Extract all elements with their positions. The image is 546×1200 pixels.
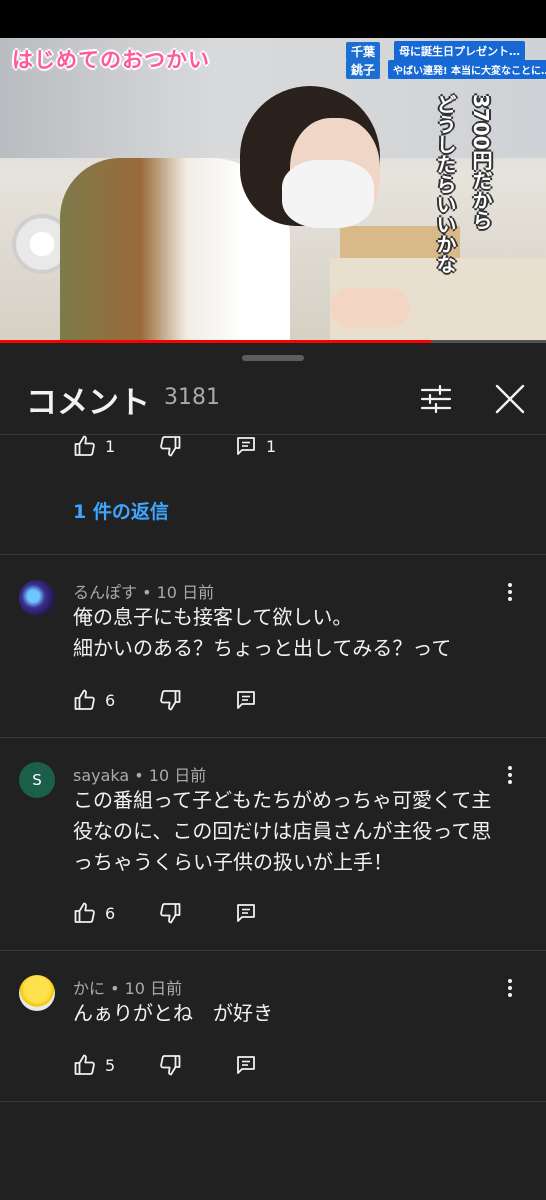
drag-handle[interactable]: [242, 355, 304, 361]
thumbs-down-icon: [160, 1055, 181, 1076]
caption-col1: 3700円だから: [469, 94, 493, 230]
comment-time: 10 日前: [148, 766, 207, 785]
comment-meta: かに • 10 日前: [73, 979, 183, 998]
comment-item: S sayaka • 10 日前 この番組って子どもたちがめっちゃ可愛くて主 役…: [0, 737, 546, 950]
sliders-icon: [420, 384, 452, 414]
reply-button[interactable]: [234, 685, 258, 715]
like-button[interactable]: 6: [73, 685, 115, 715]
avatar-letter: S: [32, 771, 42, 789]
thumbs-up-icon: [74, 435, 95, 456]
reply-icon: [237, 1056, 255, 1074]
comment-time: 10 日前: [124, 979, 183, 998]
reply-button[interactable]: [234, 1050, 258, 1080]
show-logo: はじめてのおつかい: [12, 48, 210, 72]
telop-2: やばい連発! 本当に大変なことに…: [388, 60, 546, 79]
reply-button[interactable]: 1: [234, 431, 276, 461]
thumbs-up-icon: [74, 1054, 95, 1075]
comment-text-line: 役なのに、この回だけは店員さんが主役って思: [73, 819, 492, 843]
comment-actions: 6: [0, 898, 546, 928]
comment-text-line: っちゃうくらい子供の扱いが上手！: [73, 850, 393, 874]
comment-item: かに • 10 日前 んぁりがとね が好き 5: [0, 950, 546, 1101]
close-button[interactable]: [490, 379, 530, 419]
thumbs-up-icon: [74, 689, 95, 710]
like-button[interactable]: 1: [73, 431, 115, 461]
reply-icon: [237, 691, 255, 709]
dislike-button[interactable]: [158, 1050, 182, 1080]
video-player[interactable]: はじめてのおつかい 千葉 銚子 母に誕生日プレゼント… やばい連発! 本当に大変…: [0, 38, 546, 343]
caption-col2: どうしたらいいかな: [433, 94, 457, 274]
sheet-title: コメント: [26, 385, 150, 421]
thumbs-down-icon: [160, 903, 181, 924]
more-options-button[interactable]: [498, 763, 522, 787]
video-person-mask: [282, 160, 374, 228]
author-name[interactable]: るんぽす: [73, 583, 137, 602]
reply-icon: [237, 904, 255, 922]
comment-text: 俺の息子にも接客して欲しい。 細かいのある？ちょっと出してみる？って: [73, 602, 523, 664]
comment-actions: 6: [0, 685, 546, 715]
reply-button[interactable]: [234, 898, 258, 928]
comment-divider: [0, 1101, 546, 1102]
comment-text: んぁりがとね が好き: [73, 998, 523, 1029]
thumbs-up-icon: [74, 902, 95, 923]
avatar[interactable]: S: [19, 762, 55, 798]
dislike-button[interactable]: [158, 431, 182, 461]
more-options-button[interactable]: [498, 976, 522, 1000]
more-options-button[interactable]: [498, 580, 522, 604]
more-vert-icon: [508, 979, 512, 997]
comment-text: この番組って子どもたちがめっちゃ可愛くて主 役なのに、この回だけは店員さんが主役…: [73, 785, 523, 878]
more-vert-icon: [508, 583, 512, 601]
comment-count: 3181: [164, 385, 220, 410]
location-label-2: 銚子: [346, 60, 381, 79]
telop-1: 母に誕生日プレゼント…: [394, 41, 525, 61]
thumbs-down-icon: [160, 690, 181, 711]
comment-meta: るんぽす • 10 日前: [73, 583, 215, 602]
comment-item: るんぽす • 10 日前 俺の息子にも接客して欲しい。 細かいのある？ちょっと出…: [0, 554, 546, 737]
more-vert-icon: [508, 766, 512, 784]
author-name[interactable]: sayaka: [73, 766, 129, 785]
reply-count: 1: [266, 436, 277, 456]
avatar[interactable]: [19, 580, 55, 616]
status-bar: [0, 0, 546, 38]
comment-meta: sayaka • 10 日前: [73, 766, 207, 785]
reply-icon: [237, 437, 255, 455]
video-person-hand: [330, 288, 410, 328]
comment-actions: 1 1: [0, 431, 546, 461]
thumbs-down-icon: [160, 436, 181, 457]
author-name[interactable]: かに: [73, 979, 105, 998]
comment-time: 10 日前: [156, 583, 215, 602]
comment-actions: 5: [0, 1050, 546, 1080]
avatar[interactable]: [19, 975, 55, 1011]
view-replies-link[interactable]: 1 件の返信: [73, 497, 169, 524]
like-count: 1: [105, 436, 116, 456]
close-icon: [495, 384, 525, 414]
comment-text-line: 細かいのある？ちょっと出してみる？って: [73, 636, 452, 660]
like-count: 6: [105, 903, 116, 923]
like-button[interactable]: 6: [73, 898, 115, 928]
comment-text-line: この番組って子どもたちがめっちゃ可愛くて主: [73, 788, 492, 812]
dislike-button[interactable]: [158, 685, 182, 715]
sheet-header: コメント 3181: [0, 363, 546, 433]
like-count: 6: [105, 690, 116, 710]
comment-text-line: 俺の息子にも接客して欲しい。: [73, 605, 353, 629]
dislike-button[interactable]: [158, 898, 182, 928]
like-count: 5: [105, 1055, 116, 1075]
comment-text-line: んぁりがとね が好き: [73, 1001, 273, 1025]
location-label-1: 千葉: [346, 42, 381, 61]
comments-sheet: コメント 3181 1 1 1 件の返信 るんぽす • 10 日前 俺の息子にも…: [0, 343, 546, 1200]
like-button[interactable]: 5: [73, 1050, 115, 1080]
sort-filter-button[interactable]: [418, 381, 454, 417]
